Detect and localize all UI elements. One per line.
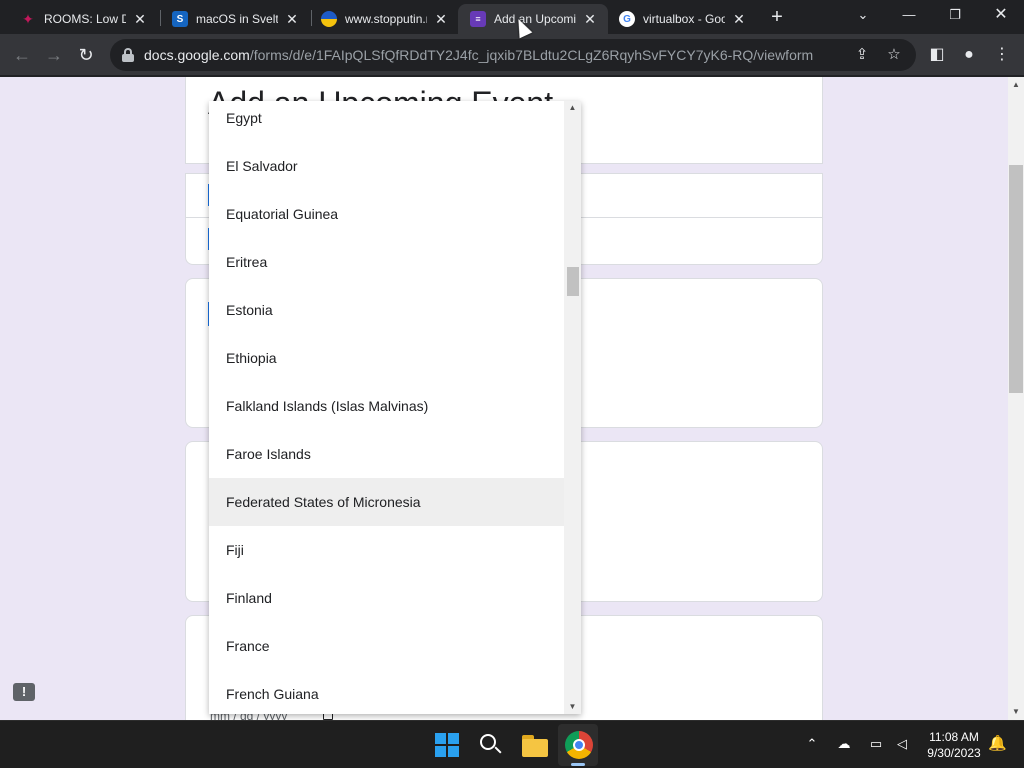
url-path: /forms/d/e/1FAIpQLSfQfRDdTY2J4fc_jqxib7B…	[249, 47, 814, 63]
dropdown-option[interactable]: Estonia	[209, 286, 564, 334]
google-favicon-icon: G	[619, 11, 635, 27]
dropdown-option[interactable]: Equatorial Guinea	[209, 190, 564, 238]
show-hidden-icons-chevron-icon[interactable]: ⌃	[802, 733, 822, 755]
dropdown-option[interactable]: Finland	[209, 574, 564, 622]
tab-rooms[interactable]: ✦ ROOMS: Low De ✕	[8, 4, 158, 34]
minimize-icon[interactable]: —	[894, 4, 924, 26]
clock-date: 9/30/2023	[927, 746, 981, 760]
scroll-up-arrow-icon[interactable]: ▲	[564, 101, 581, 115]
dropdown-option[interactable]: Federated States of Micronesia	[209, 478, 564, 526]
windows-taskbar: ⌃ ☁ ▭ ◁ 11:08 AM 9/30/2023 🔔	[0, 720, 1024, 768]
profile-avatar-icon[interactable]: ●	[957, 43, 981, 67]
dropdown-scroll-thumb[interactable]	[567, 267, 579, 296]
onedrive-cloud-icon[interactable]: ☁	[834, 733, 854, 755]
dropdown-option[interactable]: Ethiopia	[209, 334, 564, 382]
browser-toolbar: ← → ↻ docs.google.com/forms/d/e/1FAIpQLS…	[0, 34, 1024, 76]
dropdown-option[interactable]: Egypt	[209, 101, 564, 142]
report-abuse-icon[interactable]: !	[13, 683, 35, 701]
dropdown-option[interactable]: Falkland Islands (Islas Malvinas)	[209, 382, 564, 430]
window-close-icon[interactable]: ✕	[986, 4, 1016, 26]
scroll-up-arrow-icon[interactable]: ▲	[1008, 77, 1024, 93]
url-host: docs.google.com	[144, 47, 250, 63]
tab-title: www.stopputin.n	[345, 12, 427, 26]
tab-strip: ✦ ROOMS: Low De ✕ S macOS in Svelte ✕ ww…	[0, 0, 1024, 34]
share-icon[interactable]: ⇪	[850, 43, 874, 67]
lock-icon[interactable]	[122, 48, 134, 62]
new-tab-plus-icon[interactable]: +	[767, 7, 787, 27]
more-menu-icon[interactable]: ⋮	[990, 43, 1014, 67]
tab-title: virtualbox - Goo	[643, 12, 725, 26]
close-icon[interactable]: ✕	[582, 11, 598, 27]
close-icon[interactable]: ✕	[731, 11, 747, 27]
svelte-favicon-icon: S	[172, 11, 188, 27]
tab-stopputin[interactable]: www.stopputin.n ✕	[309, 4, 459, 34]
dropdown-options: Egypt El Salvador Equatorial Guinea Eritrea…	[209, 101, 564, 714]
bookmark-star-icon[interactable]: ☆	[882, 43, 906, 67]
restore-icon[interactable]: ❐	[940, 4, 970, 26]
tab-add-upcoming-event[interactable]: ≡ Add an Upcomi ✕	[458, 4, 608, 34]
scroll-down-arrow-icon[interactable]: ▼	[564, 700, 581, 714]
dropdown-option[interactable]: France	[209, 622, 564, 670]
system-clock[interactable]: 11:08 AM 9/30/2023	[918, 729, 990, 761]
google-forms-favicon-icon: ≡	[470, 11, 486, 27]
dropdown-option[interactable]: Faroe Islands	[209, 430, 564, 478]
rooms-favicon-icon: ✦	[22, 10, 34, 27]
file-explorer-folder-icon[interactable]	[521, 731, 549, 759]
side-panel-icon[interactable]: ◧	[925, 43, 949, 67]
dropdown-option[interactable]: El Salvador	[209, 142, 564, 190]
page-scrollbar[interactable]: ▲ ▼	[1008, 77, 1024, 720]
forward-arrow-icon[interactable]: →	[42, 43, 66, 67]
tab-title: ROOMS: Low De	[44, 12, 126, 26]
scroll-down-arrow-icon[interactable]: ▼	[1008, 704, 1024, 720]
dropdown-option[interactable]: Eritrea	[209, 238, 564, 286]
close-icon[interactable]: ✕	[433, 11, 449, 27]
url-text[interactable]: docs.google.com/forms/d/e/1FAIpQLSfQfRDd…	[144, 47, 842, 63]
tab-title: macOS in Svelte	[196, 12, 278, 26]
ukraine-heart-favicon-icon	[321, 11, 337, 27]
close-icon[interactable]: ✕	[132, 11, 148, 27]
chrome-icon[interactable]	[565, 731, 593, 759]
back-arrow-icon[interactable]: ←	[10, 43, 34, 67]
notification-bell-icon[interactable]: 🔔	[988, 734, 1007, 754]
reload-icon[interactable]: ↻	[74, 43, 98, 67]
dropdown-option[interactable]: French Guiana	[209, 670, 564, 714]
clock-time: 11:08 AM	[929, 730, 979, 744]
tab-macos-svelte[interactable]: S macOS in Svelte ✕	[160, 4, 310, 34]
running-indicator	[571, 763, 585, 766]
start-windows-icon[interactable]	[433, 731, 461, 759]
close-icon[interactable]: ✕	[284, 11, 300, 27]
search-icon[interactable]	[477, 731, 505, 759]
tab-search-chevron-icon[interactable]: ⌄	[848, 4, 878, 26]
volume-muted-icon[interactable]: ◁	[892, 733, 912, 755]
tab-virtualbox[interactable]: G virtualbox - Goo ✕	[607, 4, 757, 34]
country-dropdown-listbox[interactable]: Egypt El Salvador Equatorial Guinea Eritrea…	[209, 101, 581, 714]
tab-title: Add an Upcomi	[494, 12, 576, 26]
address-bar[interactable]: docs.google.com/forms/d/e/1FAIpQLSfQfRDd…	[110, 39, 916, 71]
dropdown-scrollbar[interactable]: ▲ ▼	[564, 101, 581, 714]
network-icon[interactable]: ▭	[866, 733, 886, 755]
page-scroll-thumb[interactable]	[1009, 165, 1023, 393]
dropdown-option[interactable]: Fiji	[209, 526, 564, 574]
